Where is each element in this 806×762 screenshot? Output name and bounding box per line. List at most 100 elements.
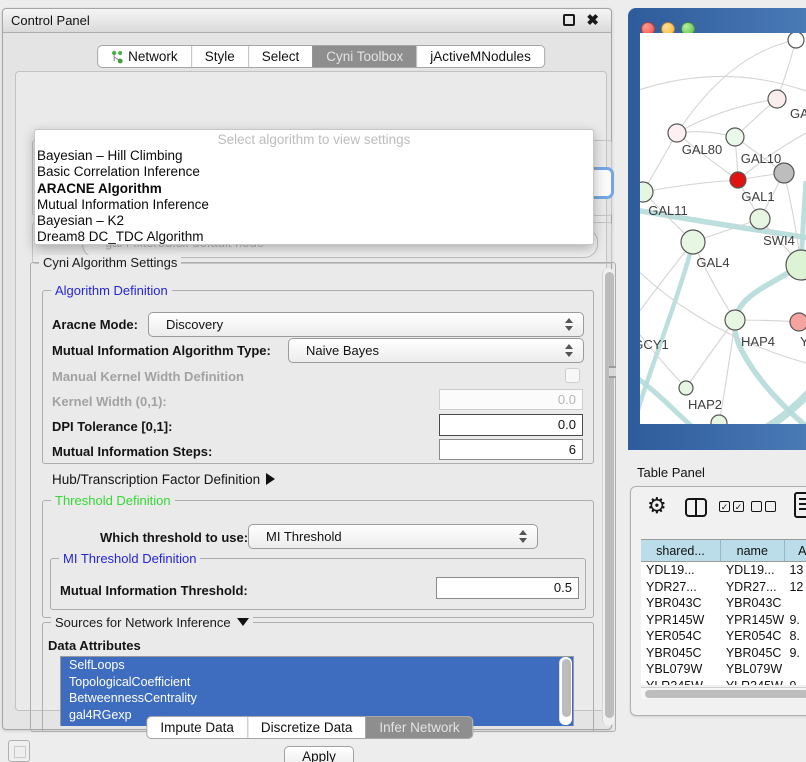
checked-checkbox-icon[interactable]: ✓ (733, 501, 744, 512)
columns-icon[interactable] (685, 498, 707, 517)
mi-type-value: Naive Bayes (306, 343, 379, 358)
settings-scrollbar-thumb[interactable] (605, 272, 614, 718)
attributes-scrollbar-thumb[interactable] (562, 659, 571, 717)
network-icon (111, 50, 123, 64)
tab-infer-network[interactable]: Infer Network (365, 717, 472, 738)
network-node[interactable] (730, 172, 746, 188)
table-row[interactable]: YER054CYER054C8. (641, 628, 806, 645)
tab-label: Discretize Data (261, 717, 353, 738)
node-gal80[interactable] (668, 124, 686, 142)
close-icon[interactable]: ✖ (586, 11, 599, 29)
table-row[interactable]: YBR045CYBR045C9. (641, 645, 806, 662)
gear-icon[interactable]: ⚙ (647, 493, 667, 519)
screen: Control Panel ✖ NetworkStyleSelectCyni T… (0, 0, 806, 762)
node-label-gal1: GAL1 (741, 189, 774, 204)
hub-definition-toggle[interactable]: Hub/Transcription Factor Definition (52, 472, 275, 487)
tab-jactivemnodules[interactable]: jActiveMNodules (416, 46, 544, 67)
algorithm-option-dream8-dc-tdc-algorithm[interactable]: Dream8 DC_TDC Algorithm (35, 229, 593, 245)
algorithm-dropdown-popup: Select algorithm to view settings Bayesi… (34, 129, 594, 245)
column-header-3[interactable]: A (785, 540, 806, 561)
tab-impute-data[interactable]: Impute Data (147, 717, 247, 738)
table-cell: YER054C (641, 628, 721, 645)
apply-button[interactable]: Apply (284, 746, 354, 762)
float-window-icon[interactable] (563, 14, 575, 26)
splitter-grip[interactable] (609, 366, 616, 378)
manual-kernel-checkbox[interactable] (565, 368, 580, 383)
cyni-toolbox-panel: gal4 filtered.sif default node Select al… (15, 71, 607, 711)
mi-type-combobox[interactable]: Naive Bayes (288, 338, 584, 363)
unchecked-checkbox-icon[interactable] (751, 501, 762, 512)
mi-threshold-definition-title: MI Threshold Definition (59, 551, 200, 566)
table-row[interactable]: YBL079WYBL079W (641, 661, 806, 678)
column-header-2[interactable]: name (721, 540, 785, 561)
network-node[interactable] (711, 415, 727, 424)
algorithm-option-mutual-information-inference[interactable]: Mutual Information Inference (35, 197, 593, 213)
tab-network[interactable]: Network (98, 46, 191, 67)
node-label-gal11: GAL11 (648, 203, 688, 218)
table-row[interactable]: YPR145WYPR145W9. (641, 612, 806, 629)
minimized-panel-icon[interactable] (8, 740, 30, 762)
node-gal4[interactable] (681, 230, 705, 254)
attribute-item-betweennesscentrality[interactable]: BetweennessCentrality (61, 690, 573, 707)
stepper-icon (519, 529, 528, 544)
attribute-item-selfloops[interactable]: SelfLoops (61, 657, 573, 674)
export-table-icon[interactable] (794, 492, 806, 518)
node-hap4[interactable] (725, 310, 745, 330)
node-table[interactable]: shared...nameA YDL19...YDL19...13YDR27..… (641, 539, 806, 685)
tab-label: Network (128, 46, 178, 67)
node-gal1[interactable] (750, 209, 770, 229)
node-hap2[interactable] (679, 381, 693, 395)
network-node[interactable] (788, 33, 804, 48)
algorithm-option-aracne-algorithm[interactable]: ARACNE Algorithm (35, 181, 593, 197)
threshold-definition-title: Threshold Definition (51, 493, 175, 508)
node-gal[interactable] (768, 90, 786, 108)
attributes-scrollbar[interactable] (559, 657, 572, 725)
algorithm-option-bayesian-hill-climbing[interactable]: Bayesian – Hill Climbing (35, 148, 593, 164)
dpi-tolerance-label: DPI Tolerance [0,1]: (52, 419, 172, 434)
unchecked-checkbox-icon[interactable] (765, 501, 776, 512)
table-hscrollbar[interactable] (641, 687, 806, 699)
sources-group-title[interactable]: Sources for Network Inference (51, 615, 253, 630)
node-label-gal80: GAL80 (682, 142, 722, 157)
settings-scrollbar[interactable] (602, 268, 614, 726)
tab-select[interactable]: Select (248, 46, 313, 67)
table-cell: YDL19... (721, 562, 785, 579)
mi-steps-label: Mutual Information Steps: (52, 444, 212, 459)
sources-title-text: Sources for Network Inference (55, 615, 231, 630)
mi-threshold-field[interactable]: 0.5 (436, 577, 579, 599)
node-y[interactable] (790, 313, 806, 331)
table-row[interactable]: YBR043CYBR043C (641, 595, 806, 612)
table-row[interactable]: YDR27...YDR27...12 (641, 579, 806, 596)
aracne-mode-value: Discovery (166, 317, 223, 332)
table-row[interactable]: YDL19...YDL19...13 (641, 562, 806, 579)
node-gal10[interactable] (726, 128, 744, 146)
table-cell: YBR043C (721, 595, 785, 612)
which-threshold-combobox[interactable]: MI Threshold (248, 524, 538, 549)
tab-cyni-toolbox[interactable]: Cyni Toolbox (312, 46, 416, 67)
tab-label: Select (262, 46, 300, 67)
control-panel-tabbar: Network Style Select Cyni ToolboxjActiveMNo… (97, 45, 545, 68)
table-cell: YBL079W (721, 661, 785, 678)
network-canvas[interactable]: GALGAL80GAL10GAL1GAL11GAL4SWI4HAP4YGCY1H… (640, 33, 806, 424)
node-gal11[interactable] (640, 182, 653, 202)
dpi-tolerance-field[interactable]: 0.0 (439, 414, 583, 436)
checked-checkbox-icon[interactable]: ✓ (719, 501, 730, 512)
table-row[interactable]: YLR345WYLR345W9. (641, 678, 806, 686)
collapsed-arrow-icon (266, 473, 275, 485)
which-threshold-value: MI Threshold (266, 529, 342, 544)
aracne-mode-combobox[interactable]: Discovery (148, 312, 584, 337)
mi-steps-field[interactable]: 6 (439, 439, 583, 460)
control-panel-window: Control Panel ✖ NetworkStyleSelectCyni T… (2, 8, 612, 730)
network-graph: GALGAL80GAL10GAL1GAL11GAL4SWI4HAP4YGCY1H… (640, 33, 806, 424)
kernel-width-field[interactable]: 0.0 (439, 389, 583, 410)
algorithm-option-basic-correlation-inference[interactable]: Basic Correlation Inference (35, 164, 593, 180)
dropdown-placeholder: Select algorithm to view settings (35, 130, 593, 148)
network-node[interactable] (774, 163, 794, 183)
tab-style[interactable]: Style (191, 46, 248, 67)
algorithm-option-bayesian-k2[interactable]: Bayesian – K2 (35, 213, 593, 229)
attribute-item-topologicalcoefficient[interactable]: TopologicalCoefficient (61, 674, 573, 691)
column-header-1[interactable]: shared... (641, 540, 721, 561)
algorithm-list: Bayesian – Hill ClimbingBasic Correlatio… (35, 148, 593, 245)
tab-discretize-data[interactable]: Discretize Data (247, 717, 366, 738)
table-hscrollbar-thumb[interactable] (645, 690, 806, 698)
